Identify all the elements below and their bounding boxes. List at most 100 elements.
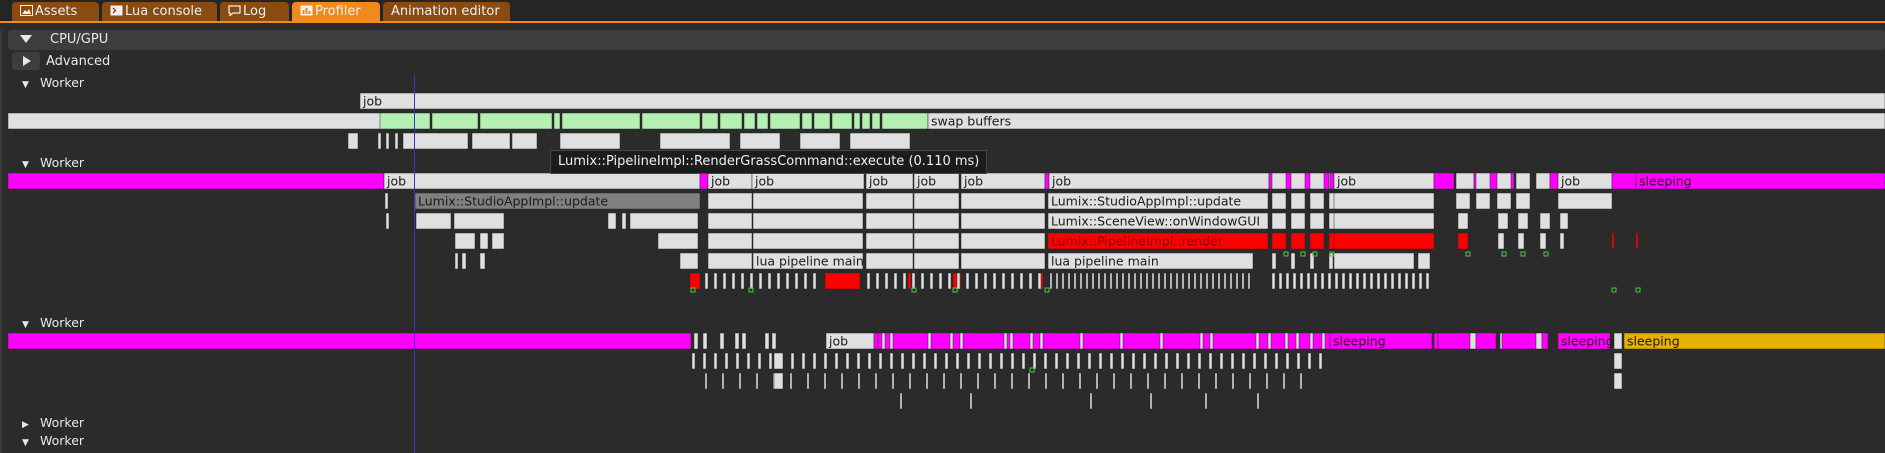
profile-block[interactable] <box>385 132 390 150</box>
profile-block[interactable] <box>767 272 772 290</box>
profile-block[interactable] <box>1539 212 1551 230</box>
profile-block[interactable] <box>1290 252 1296 270</box>
profile-block[interactable] <box>949 332 954 350</box>
profile-block[interactable] <box>1496 172 1512 190</box>
profile-block[interactable] <box>983 272 988 290</box>
profile-block[interactable] <box>722 272 727 290</box>
job-block[interactable]: job <box>825 332 875 350</box>
profile-block[interactable] <box>752 192 864 210</box>
gap[interactable] <box>477 112 481 130</box>
profile-block[interactable] <box>713 352 718 370</box>
profile-block[interactable] <box>1309 252 1315 270</box>
profile-block[interactable] <box>768 352 773 370</box>
profile-block[interactable] <box>1455 172 1475 190</box>
profile-block[interactable] <box>902 272 907 290</box>
profile-block[interactable] <box>1252 352 1257 370</box>
profile-block[interactable] <box>347 132 359 150</box>
profile-block[interactable] <box>741 332 747 350</box>
profile-block[interactable] <box>1271 172 1287 190</box>
profile-block[interactable] <box>955 352 960 370</box>
profile-block[interactable] <box>965 272 970 290</box>
profile-block[interactable] <box>607 212 617 230</box>
profile-block[interactable] <box>1455 192 1471 210</box>
profile-block[interactable] <box>1290 192 1306 210</box>
profile-block[interactable] <box>1290 172 1306 190</box>
profile-block[interactable] <box>1010 372 1014 390</box>
profile-block[interactable] <box>907 272 912 290</box>
profile-block[interactable] <box>1061 372 1065 390</box>
gap[interactable] <box>811 112 815 130</box>
profile-block[interactable] <box>1127 272 1131 290</box>
profile-block[interactable] <box>1271 252 1277 270</box>
profile-block[interactable] <box>1457 232 1469 250</box>
profile-block[interactable] <box>402 132 469 150</box>
profile-block[interactable] <box>384 192 389 210</box>
profile-block[interactable] <box>1517 232 1525 250</box>
profile-block[interactable] <box>1087 352 1092 370</box>
profile-block[interactable] <box>1010 272 1015 290</box>
profile-block[interactable] <box>920 272 925 290</box>
waiting-block[interactable] <box>1501 332 1537 350</box>
profile-block[interactable] <box>942 372 946 390</box>
sleeping-block[interactable]: sleeping <box>1635 172 1885 190</box>
profile-block[interactable] <box>881 332 886 350</box>
profile-block[interactable] <box>933 352 938 370</box>
profile-block[interactable] <box>1204 392 1208 410</box>
profile-block[interactable] <box>1475 192 1491 210</box>
profile-block[interactable] <box>1417 252 1431 270</box>
profile-block[interactable] <box>559 132 621 150</box>
profile-block[interactable] <box>812 352 817 370</box>
profile-block[interactable] <box>999 352 1004 370</box>
job-block[interactable]: job <box>1048 172 1270 190</box>
profile-block[interactable] <box>1146 372 1150 390</box>
profile-block[interactable] <box>385 212 390 230</box>
gap[interactable] <box>754 112 758 130</box>
profile-block[interactable] <box>1169 272 1173 290</box>
tab-animation-editor[interactable]: Animation editor <box>383 2 510 22</box>
profile-block[interactable] <box>1613 372 1623 390</box>
profile-block[interactable] <box>659 132 731 150</box>
profile-block[interactable] <box>1193 272 1197 290</box>
profile-block[interactable] <box>908 372 912 390</box>
profile-block[interactable] <box>746 352 751 370</box>
profile-block[interactable] <box>875 272 880 290</box>
profile-block[interactable] <box>707 212 753 230</box>
profile-block[interactable] <box>1397 272 1402 290</box>
profile-block[interactable] <box>865 212 914 230</box>
profile-block[interactable] <box>913 212 960 230</box>
profile-block[interactable] <box>865 232 914 250</box>
profile-block[interactable] <box>1309 192 1325 210</box>
profile-block[interactable] <box>1383 272 1388 290</box>
profile-block[interactable] <box>707 252 753 270</box>
profile-block[interactable] <box>1320 272 1325 290</box>
profile-block[interactable] <box>1121 272 1125 290</box>
profile-block[interactable] <box>734 332 740 350</box>
profile-block[interactable] <box>1497 232 1505 250</box>
profile-block[interactable] <box>1067 272 1071 290</box>
profile-block[interactable] <box>1044 372 1048 390</box>
profile-block[interactable] <box>1328 252 1334 270</box>
profile-block[interactable] <box>1139 272 1143 290</box>
profile-block[interactable] <box>1248 372 1252 390</box>
profile-block[interactable] <box>1559 232 1565 250</box>
profile-block[interactable] <box>1032 352 1037 370</box>
profile-block[interactable] <box>1309 212 1325 230</box>
profile-block[interactable] <box>1333 232 1435 250</box>
waiting-block[interactable] <box>1433 172 1455 190</box>
profile-block[interactable] <box>867 352 872 370</box>
profile-block[interactable] <box>899 392 903 410</box>
profile-block[interactable] <box>1256 392 1260 410</box>
profile-block[interactable] <box>1271 212 1287 230</box>
scene-view-gui-block[interactable]: Lumix::SceneView::onWindowGUI <box>1047 212 1269 230</box>
job-block[interactable]: job <box>865 172 914 190</box>
profile-block[interactable] <box>1029 332 1034 350</box>
profile-block[interactable] <box>1217 272 1221 290</box>
profile-block[interactable] <box>1037 272 1042 290</box>
profile-block[interactable] <box>1003 332 1008 350</box>
profile-block[interactable] <box>1247 272 1251 290</box>
profile-block[interactable] <box>1241 272 1245 290</box>
profile-block[interactable] <box>1425 272 1430 290</box>
profile-block[interactable] <box>1290 212 1306 230</box>
profile-block[interactable] <box>1073 272 1077 290</box>
profile-block[interactable] <box>735 352 740 370</box>
